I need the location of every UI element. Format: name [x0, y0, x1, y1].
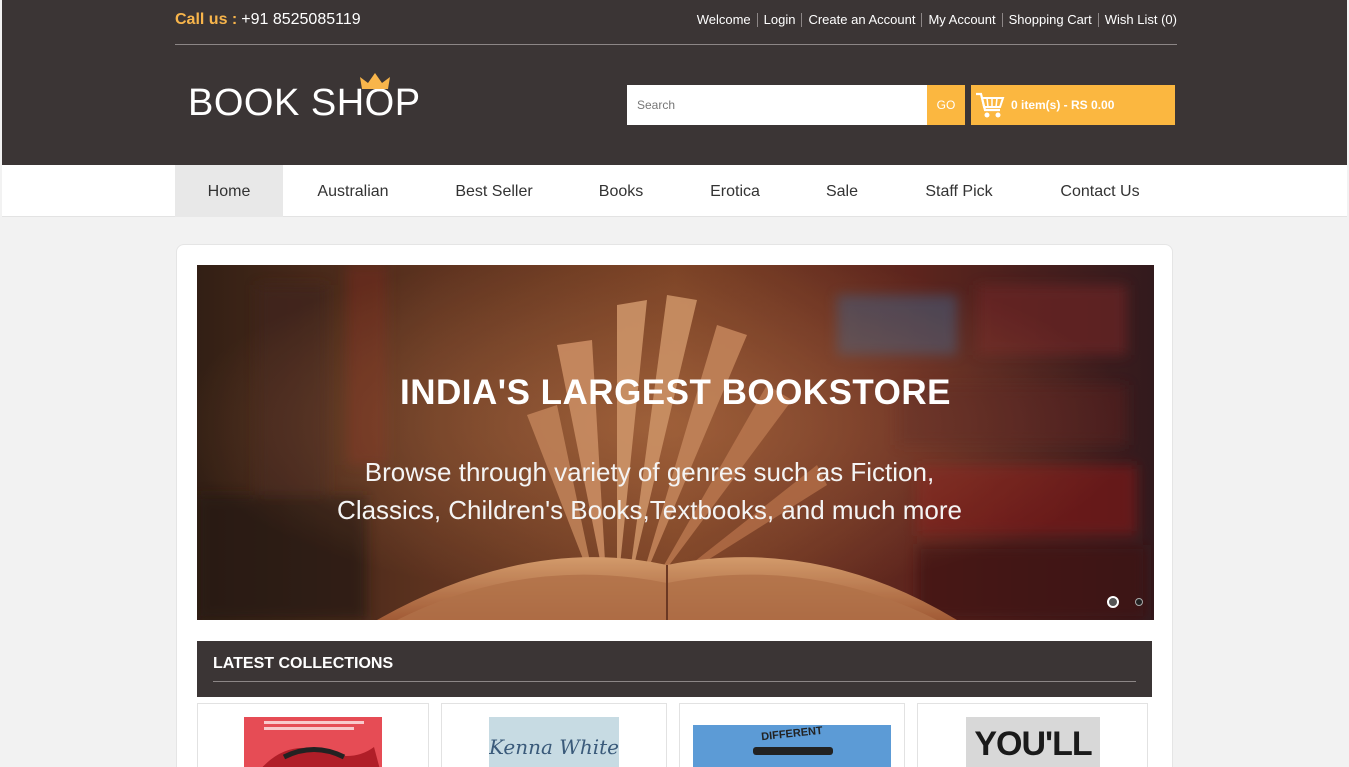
nav-books[interactable]: Books: [576, 165, 666, 217]
slide-subtitle: Browse through variety of genres such as…: [197, 453, 1102, 529]
latest-collections-title: LATEST COLLECTIONS: [213, 655, 394, 672]
welcome-link[interactable]: Welcome: [691, 13, 757, 27]
main-nav: Home Australian Best Seller Books Erotic…: [2, 165, 1347, 217]
cart-text: 0 item(s) - RS 0.00: [1011, 98, 1115, 112]
nav-home[interactable]: Home: [175, 165, 283, 217]
slide-subtitle-line2: Classics, Children's Books,Textbooks, an…: [337, 495, 962, 525]
slide-title: INDIA'S LARGEST BOOKSTORE: [399, 373, 952, 412]
login-link[interactable]: Login: [756, 13, 802, 27]
book-cover[interactable]: YOU'LL: [966, 717, 1100, 767]
top-bar: Call us : +91 8525085119 Welcome Login Cr…: [175, 0, 1177, 45]
search-go-button[interactable]: GO: [927, 85, 965, 125]
hero-slider[interactable]: INDIA'S LARGEST BOOKSTORE Browse through…: [197, 265, 1154, 620]
hero-book-image: [197, 265, 1154, 620]
divider: [213, 681, 1136, 682]
slider-dot-1[interactable]: [1107, 596, 1119, 608]
cover-art: [753, 747, 833, 755]
shopping-cart-link[interactable]: Shopping Cart: [1001, 13, 1098, 27]
book-cover[interactable]: Kenna White: [489, 717, 619, 767]
phone-number[interactable]: +91 8525085119: [241, 11, 360, 28]
my-account-link[interactable]: My Account: [921, 13, 1001, 27]
call-us-label: Call us :: [175, 11, 238, 28]
product-card[interactable]: DIFFERENT: [679, 703, 905, 767]
wish-list-link[interactable]: Wish List (0): [1097, 13, 1177, 27]
slider-dot-2[interactable]: [1135, 598, 1143, 606]
search-input[interactable]: [627, 85, 927, 125]
book-cover-title: Kenna White: [489, 735, 619, 759]
slide-subtitle-line1: Browse through variety of genres such as…: [364, 457, 935, 487]
product-card[interactable]: [197, 703, 429, 767]
cart-summary[interactable]: 0 item(s) - RS 0.00: [971, 85, 1175, 125]
crown-icon: [360, 73, 390, 89]
nav-erotica[interactable]: Erotica: [690, 165, 780, 217]
book-cover[interactable]: [244, 717, 382, 767]
cart-icon: [976, 92, 1005, 118]
book-cover[interactable]: DIFFERENT: [693, 725, 891, 767]
nav-staff-pick[interactable]: Staff Pick: [906, 165, 1012, 217]
create-account-link[interactable]: Create an Account: [801, 13, 921, 27]
nav-sale[interactable]: Sale: [802, 165, 882, 217]
nav-australian[interactable]: Australian: [298, 165, 408, 217]
nav-contact-us[interactable]: Contact Us: [1038, 165, 1162, 217]
nav-best-seller[interactable]: Best Seller: [434, 165, 554, 217]
product-card[interactable]: Kenna White: [441, 703, 667, 767]
account-links: Welcome Login Create an Account My Accou…: [691, 13, 1177, 27]
call-us: Call us : +91 8525085119: [175, 11, 361, 29]
product-card[interactable]: YOU'LL: [917, 703, 1148, 767]
latest-collections-header: LATEST COLLECTIONS: [197, 641, 1152, 697]
book-cover-title: YOU'LL: [974, 725, 1092, 763]
